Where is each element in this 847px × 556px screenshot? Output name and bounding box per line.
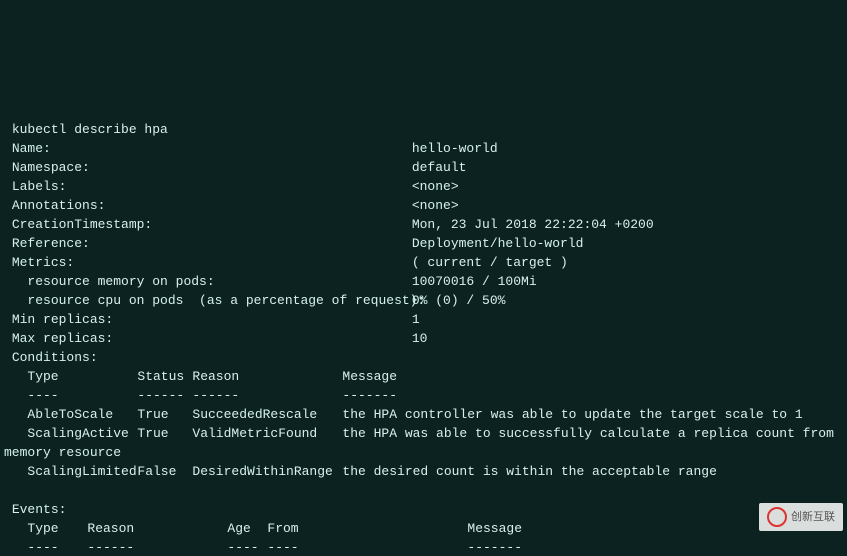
field-row: Labels:<none> bbox=[4, 179, 459, 194]
field-value: 0% (0) / 50% bbox=[412, 293, 506, 308]
condition-row: ScalingActiveTrueValidMetricFoundthe HPA… bbox=[4, 426, 834, 441]
field-label: Name: bbox=[12, 139, 412, 158]
field-row: Reference:Deployment/hello-world bbox=[4, 236, 583, 251]
field-row: Annotations:<none> bbox=[4, 198, 459, 213]
field-label: resource cpu on pods (as a percentage of… bbox=[12, 291, 412, 310]
col-reason: Reason bbox=[192, 367, 342, 386]
field-row: Max replicas:10 bbox=[4, 331, 427, 346]
field-row: Min replicas:1 bbox=[4, 312, 420, 327]
field-value: Deployment/hello-world bbox=[412, 236, 584, 251]
field-value: ( current / target ) bbox=[412, 255, 568, 270]
field-label: Namespace: bbox=[12, 158, 412, 177]
field-row: CreationTimestamp:Mon, 23 Jul 2018 22:22… bbox=[4, 217, 654, 232]
field-row: Name:hello-world bbox=[4, 141, 498, 156]
field-label: Min replicas: bbox=[12, 310, 412, 329]
conditions-header: TypeStatusReasonMessage bbox=[4, 369, 397, 384]
field-value: <none> bbox=[412, 179, 459, 194]
command-line: kubectl describe hpa bbox=[4, 122, 168, 137]
terminal-output: kubectl describe hpa Name:hello-world Na… bbox=[0, 95, 847, 556]
conditions-label: Conditions: bbox=[4, 350, 98, 365]
field-label: resource memory on pods: bbox=[12, 272, 412, 291]
field-label: Annotations: bbox=[12, 196, 412, 215]
col-status: Status bbox=[137, 367, 192, 386]
watermark-text: 创新互联 bbox=[791, 508, 835, 527]
condition-row: ScalingLimitedFalseDesiredWithinRangethe… bbox=[4, 464, 717, 479]
field-label: Labels: bbox=[12, 177, 412, 196]
field-value: hello-world bbox=[412, 141, 498, 156]
field-row: Namespace:default bbox=[4, 160, 466, 175]
condition-row-wrap: memory resource bbox=[4, 445, 121, 460]
field-label: Metrics: bbox=[12, 253, 412, 272]
field-label: CreationTimestamp: bbox=[12, 215, 412, 234]
field-row: resource memory on pods:10070016 / 100Mi bbox=[4, 274, 537, 289]
field-row: resource cpu on pods (as a percentage of… bbox=[4, 293, 505, 308]
field-value: Mon, 23 Jul 2018 22:22:04 +0200 bbox=[412, 217, 654, 232]
condition-row: AbleToScaleTrueSucceededRescalethe HPA c… bbox=[4, 407, 803, 422]
field-value: 10 bbox=[412, 331, 428, 346]
conditions-rule: ----------------------- bbox=[4, 388, 397, 403]
col-message: Message bbox=[342, 369, 397, 384]
field-label: Reference: bbox=[12, 234, 412, 253]
command-text: kubectl describe hpa bbox=[12, 122, 168, 137]
field-label: Max replicas: bbox=[12, 329, 412, 348]
watermark-logo-icon bbox=[767, 507, 787, 527]
col-reason: Reason bbox=[87, 519, 227, 538]
col-from: From bbox=[267, 519, 467, 538]
events-header: TypeReasonAgeFromMessage bbox=[4, 521, 522, 536]
col-type: Type bbox=[27, 367, 137, 386]
field-value: 1 bbox=[412, 312, 420, 327]
col-type: Type bbox=[27, 519, 87, 538]
field-value: 10070016 / 100Mi bbox=[412, 274, 537, 289]
events-label: Events: bbox=[4, 502, 66, 517]
watermark: 创新互联 bbox=[759, 503, 843, 531]
field-row: Metrics:( current / target ) bbox=[4, 255, 568, 270]
col-age: Age bbox=[227, 519, 267, 538]
events-rule: ------------------------- bbox=[4, 540, 522, 555]
field-value: <none> bbox=[412, 198, 459, 213]
field-value: default bbox=[412, 160, 467, 175]
col-message: Message bbox=[467, 521, 522, 536]
